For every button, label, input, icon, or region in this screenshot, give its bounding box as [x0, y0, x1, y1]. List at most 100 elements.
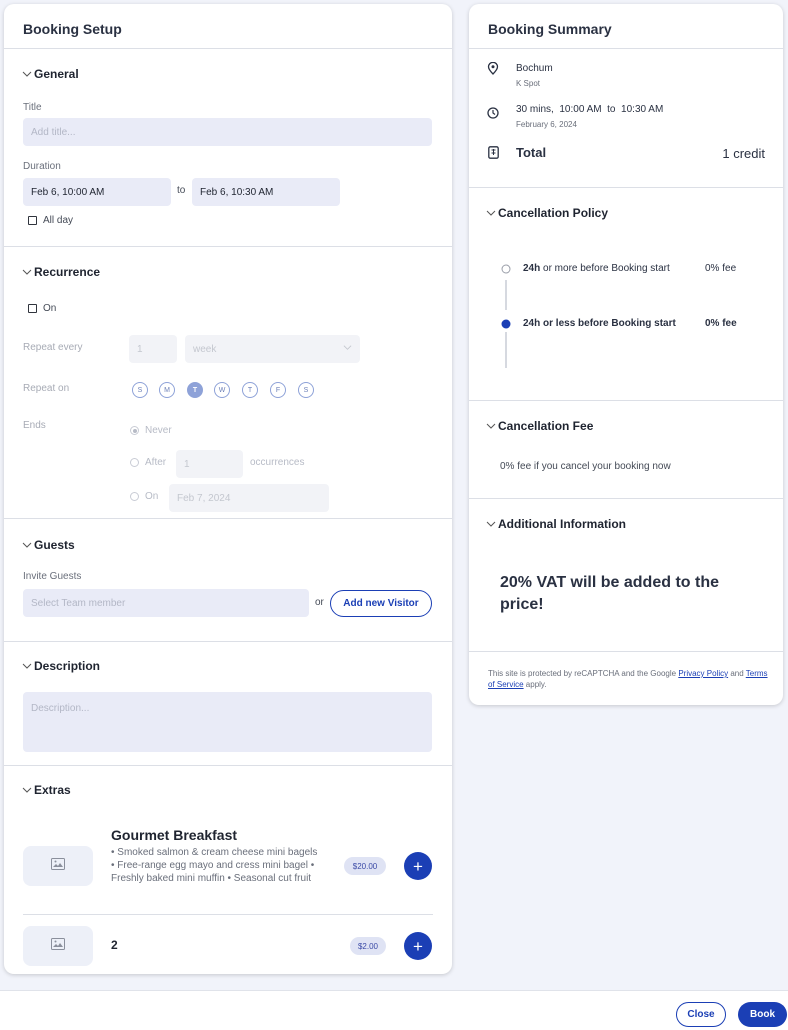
add-new-visitor-button[interactable]: Add new Visitor: [330, 590, 432, 617]
summary-time: 30 mins, 10:00 AM to 10:30 AM: [516, 104, 664, 115]
radio-icon: [130, 492, 139, 501]
all-day-label: All day: [43, 215, 74, 226]
add-extra-button[interactable]: +: [404, 852, 432, 880]
day-toggle-friday[interactable]: F: [270, 382, 286, 398]
recaptcha-suffix: apply.: [523, 680, 547, 689]
checkbox-icon: [28, 216, 37, 225]
recurrence-heading: Recurrence: [34, 265, 101, 279]
duration-label: Duration: [23, 161, 61, 172]
to-label: to: [177, 185, 186, 196]
extra-image-placeholder: [23, 926, 93, 966]
description-section-toggle[interactable]: Description: [22, 659, 100, 673]
divider: [469, 651, 783, 652]
chevron-down-icon: [343, 343, 352, 355]
ends-on-date-input[interactable]: Feb 7, 2024: [169, 484, 329, 512]
booking-summary-title: Booking Summary: [488, 21, 612, 37]
divider: [4, 641, 452, 642]
divider: [4, 246, 452, 247]
title-input[interactable]: Add title...: [23, 118, 432, 146]
chevron-down-icon: [22, 785, 32, 795]
add-extra-button[interactable]: +: [404, 932, 432, 960]
cancellation-fee-toggle[interactable]: Cancellation Fee: [486, 419, 593, 433]
image-icon: [51, 937, 65, 955]
guests-heading: Guests: [34, 538, 75, 552]
repeat-unit-value: week: [193, 343, 217, 355]
invite-guests-label: Invite Guests: [23, 571, 82, 582]
day-toggle-wednesday[interactable]: W: [214, 382, 230, 398]
recurrence-section-toggle[interactable]: Recurrence: [22, 265, 100, 279]
select-team-member-input[interactable]: Select Team member: [23, 589, 309, 617]
divider: [4, 48, 452, 49]
extra-price-badge: $20.00: [344, 857, 386, 875]
additional-info-toggle[interactable]: Additional Information: [486, 517, 626, 531]
dialog-footer: Close Book: [0, 990, 788, 1030]
all-day-checkbox[interactable]: All day: [28, 215, 73, 226]
occurrences-input[interactable]: 1: [176, 450, 243, 478]
day-toggle-tuesday[interactable]: T: [187, 382, 203, 398]
extra-name: 2: [111, 938, 118, 952]
occurrences-label: occurrences: [250, 457, 305, 468]
ends-after-label: After: [145, 457, 167, 468]
general-section-toggle[interactable]: General: [22, 67, 79, 81]
end-datetime-input[interactable]: Feb 6, 10:30 AM: [192, 178, 340, 206]
location-pin-icon: [487, 61, 499, 80]
guests-section-toggle[interactable]: Guests: [22, 538, 75, 552]
start-datetime-input[interactable]: Feb 6, 10:00 AM: [23, 178, 171, 206]
chevron-down-icon: [486, 519, 496, 529]
day-toggle-monday[interactable]: M: [159, 382, 175, 398]
chevron-down-icon: [486, 421, 496, 431]
divider: [469, 48, 783, 49]
radio-icon: [130, 458, 139, 467]
ends-on-radio[interactable]: On: [130, 491, 158, 502]
repeat-unit-select[interactable]: week: [185, 335, 360, 363]
radio-selected-icon: [130, 426, 139, 435]
day-toggle-saturday[interactable]: S: [298, 382, 314, 398]
day-toggle-thursday[interactable]: T: [242, 382, 258, 398]
chevron-down-icon: [22, 540, 32, 550]
divider: [469, 187, 783, 188]
policy-row-1-text: 24h or more before Booking start: [523, 263, 670, 274]
close-button[interactable]: Close: [676, 1002, 726, 1027]
ends-never-radio[interactable]: Never: [130, 425, 172, 436]
recurrence-on-label: On: [43, 303, 57, 314]
description-heading: Description: [34, 659, 101, 673]
divider: [469, 400, 783, 401]
policy-row-2-text: 24h or less before Booking start: [523, 318, 676, 329]
extra-name: Gourmet Breakfast: [111, 827, 238, 843]
day-toggle-sunday[interactable]: S: [132, 382, 148, 398]
extra-price-badge: $2.00: [350, 937, 386, 955]
extras-heading: Extras: [34, 783, 71, 797]
receipt-icon: [488, 146, 499, 164]
recaptcha-prefix: This site is protected by reCAPTCHA and …: [488, 669, 679, 678]
general-heading: General: [34, 67, 79, 81]
cancellation-policy-toggle[interactable]: Cancellation Policy: [486, 206, 608, 220]
policy-timeline: [501, 264, 511, 368]
divider: [4, 765, 452, 766]
checkbox-icon: [28, 304, 37, 313]
booking-summary-panel: Booking Summary Bochum K Spot 30 mins, 1…: [469, 4, 783, 705]
ends-label: Ends: [23, 420, 46, 431]
repeat-every-label: Repeat every: [23, 342, 83, 353]
total-value: 1 credit: [722, 146, 765, 161]
book-button[interactable]: Book: [738, 1002, 787, 1027]
recaptcha-notice: This site is protected by reCAPTCHA and …: [488, 668, 768, 690]
summary-location: Bochum: [516, 63, 553, 74]
recurrence-on-checkbox[interactable]: On: [28, 303, 56, 314]
ends-after-radio[interactable]: After: [130, 457, 166, 468]
summary-date: February 6, 2024: [516, 120, 577, 129]
divider: [23, 914, 433, 915]
extras-section-toggle[interactable]: Extras: [22, 783, 71, 797]
cancellation-policy-heading: Cancellation Policy: [498, 206, 609, 220]
repeat-every-input[interactable]: 1: [129, 335, 177, 363]
description-textarea[interactable]: Description...: [23, 692, 432, 752]
cancellation-fee-heading: Cancellation Fee: [498, 419, 594, 433]
recaptcha-mid: and: [728, 669, 746, 678]
chevron-down-icon: [22, 267, 32, 277]
title-label: Title: [23, 102, 42, 113]
total-label: Total: [516, 145, 547, 160]
privacy-policy-link[interactable]: Privacy Policy: [678, 669, 728, 678]
divider: [469, 498, 783, 499]
policy-row-1-rest: or more before Booking start: [540, 263, 670, 274]
cancellation-fee-text: 0% fee if you cancel your booking now: [500, 461, 671, 472]
vat-notice: 20% VAT will be added to the price!: [500, 574, 719, 613]
